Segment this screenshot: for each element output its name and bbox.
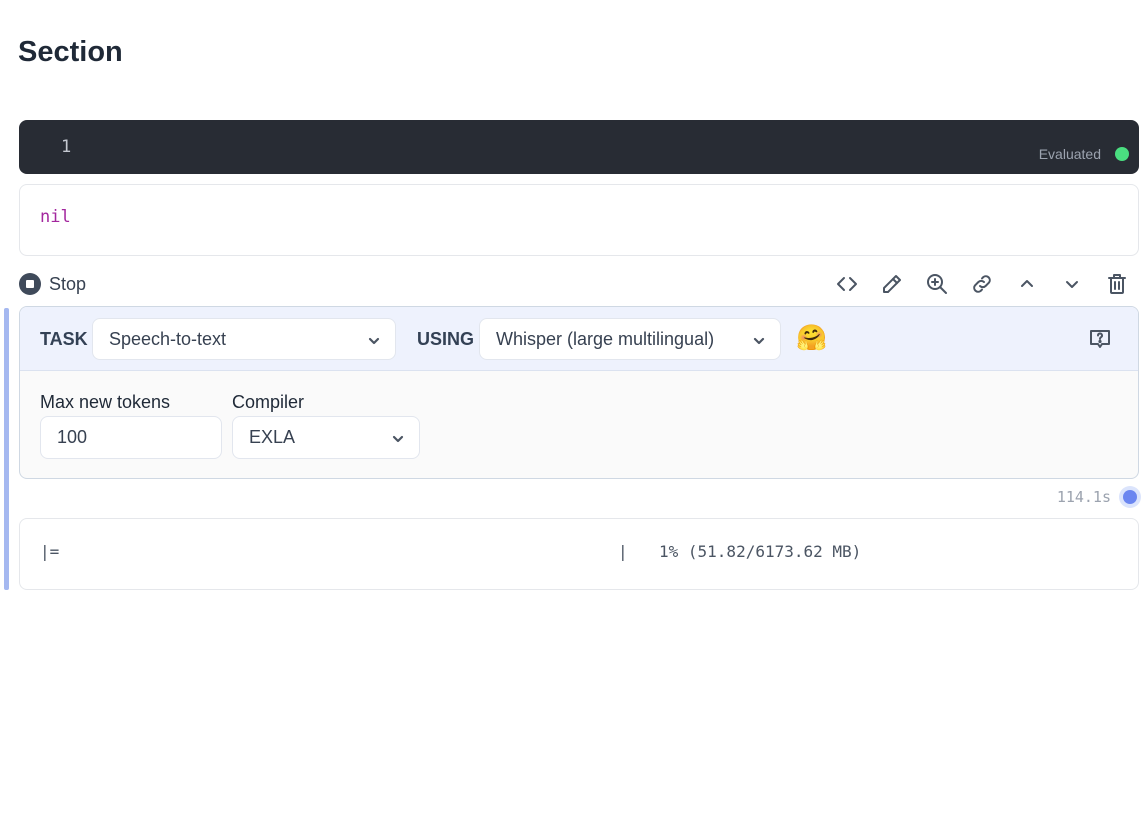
- chevron-down-icon: [752, 332, 766, 346]
- max-tokens-input[interactable]: [40, 416, 222, 459]
- link-icon: [972, 275, 991, 293]
- link-button[interactable]: [959, 270, 1004, 298]
- model-select[interactable]: Whisper (large multilingual): [479, 318, 781, 360]
- task-select[interactable]: Speech-to-text: [92, 318, 396, 360]
- chevron-down-icon: [367, 332, 381, 346]
- chevron-up-icon: [1020, 280, 1033, 287]
- toolbar-actions: [824, 270, 1139, 298]
- evaluating-status-indicator: [1119, 486, 1141, 508]
- task-select-value: Speech-to-text: [109, 328, 227, 349]
- edit-button[interactable]: [869, 270, 914, 298]
- compiler-label: Compiler: [232, 392, 305, 412]
- progress-bar-end: |: [618, 542, 628, 561]
- pencil-icon: [882, 275, 901, 293]
- progress-output: |= | 1% (51.82/6173.62 MB): [19, 518, 1139, 590]
- evaluation-time: 114.1s: [1056, 488, 1111, 506]
- toggle-source-button[interactable]: [824, 270, 869, 298]
- using-label: USING: [417, 329, 475, 349]
- smart-cell: TASK Speech-to-text USING Whisper (large…: [19, 306, 1139, 479]
- progress-percent: 1% (51.82/6173.62 MB): [659, 542, 862, 561]
- progress-bar-text: |=: [40, 542, 60, 561]
- hugging-face-icon: 🤗: [796, 324, 828, 352]
- chevron-down-icon: [1065, 281, 1078, 288]
- stop-label: Stop: [49, 273, 87, 294]
- evaluation-status: Evaluated: [1038, 146, 1101, 162]
- line-number: 1: [61, 137, 72, 157]
- task-label: TASK: [40, 329, 88, 349]
- smart-cell-header: TASK Speech-to-text USING Whisper (large…: [20, 307, 1138, 371]
- help-icon: [1090, 330, 1110, 348]
- move-down-button[interactable]: [1049, 270, 1094, 298]
- cell-focus-indicator: [4, 308, 9, 590]
- trash-icon: [1107, 274, 1126, 294]
- code-icon: [836, 277, 857, 291]
- compiler-select[interactable]: EXLA: [232, 416, 420, 459]
- chevron-down-icon: [391, 430, 405, 444]
- model-select-value: Whisper (large multilingual): [496, 328, 715, 349]
- cell-toolbar: Stop: [19, 270, 1139, 298]
- output-text: nil: [40, 207, 71, 227]
- section-title[interactable]: Section: [18, 36, 123, 69]
- evaluated-status-dot: [1115, 147, 1129, 161]
- zoom-in-icon: [926, 274, 947, 294]
- zoom-button[interactable]: [914, 270, 959, 298]
- help-button[interactable]: [1088, 327, 1112, 351]
- stop-button[interactable]: Stop: [19, 272, 86, 296]
- delete-button[interactable]: [1094, 270, 1139, 298]
- stop-icon: [19, 273, 41, 295]
- compiler-select-value: EXLA: [249, 427, 296, 447]
- code-cell[interactable]: 1 Evaluated: [19, 120, 1139, 174]
- cell-output: nil: [19, 184, 1139, 256]
- move-up-button[interactable]: [1004, 270, 1049, 298]
- max-tokens-label: Max new tokens: [40, 392, 171, 412]
